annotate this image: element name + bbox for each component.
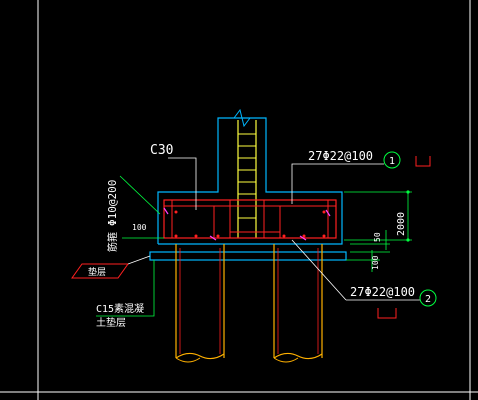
cad-drawing-viewport[interactable]: C30 27Φ22@100 1 27Φ22@100 2 筋箍 Φ10@200 1… [0,0,478,400]
concrete-grade-label: C30 [150,143,173,158]
cad-drawing[interactable]: C30 27Φ22@100 1 27Φ22@100 2 筋箍 Φ10@200 1… [0,0,478,400]
stirrup-label: Φ10@200 [106,180,119,226]
bottom-rebar-leader [291,239,347,301]
stirrup-prefix-label: 筋箍 [106,232,119,252]
tag-leader [127,255,151,265]
pile-cap-outline [157,117,343,245]
column-rebar [237,120,257,238]
callout-2-number: 2 [425,294,431,305]
tag-box-label: 垫层 [88,266,106,278]
dim-2000-label: 2000 [396,212,407,236]
cap-rebar [163,199,337,239]
stirrup-leader [119,175,161,215]
cushion-layer [149,251,347,261]
rebar-shape-2 [377,308,397,319]
bottom-rebar-label: 27Φ22@100 [350,285,415,299]
rebar-shape-1 [415,156,431,167]
pile-left [175,244,225,363]
callout-1-number: 1 [389,156,395,167]
top-rebar-leader [291,163,300,204]
dim-50-label: 50 [373,232,382,242]
top-rebar-label: 27Φ22@100 [308,149,373,163]
pile-right [273,244,323,363]
cushion-note-line1: C15素混凝 [96,302,144,315]
dim-100-left: 100 [132,223,147,232]
dimension-50 [350,230,390,253]
stirrup-label-group: 筋箍 Φ10@200 [106,180,119,252]
cushion-note-line2: 土垫层 [96,316,126,329]
dim-100-right-label: 100 [371,255,380,270]
